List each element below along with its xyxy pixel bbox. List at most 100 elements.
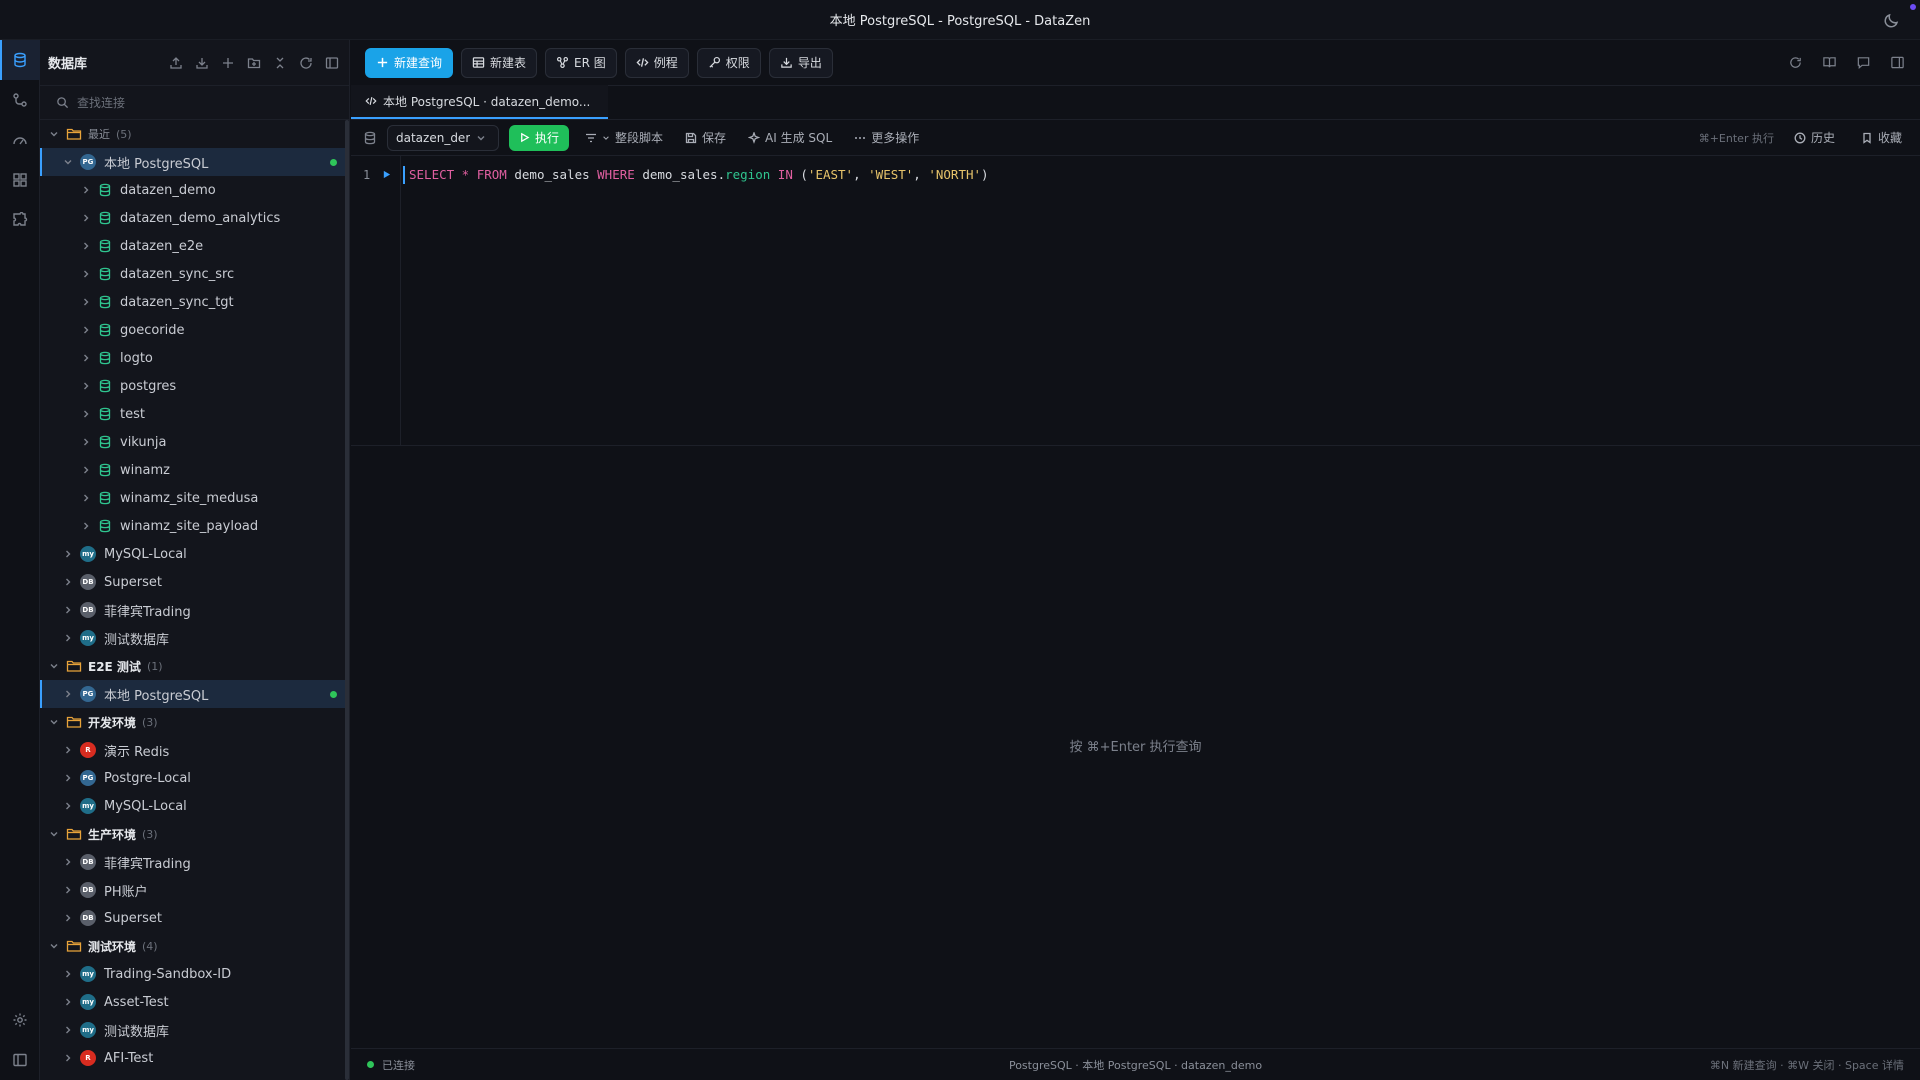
chevron-right-icon[interactable] [62,884,74,896]
group-row[interactable]: E2E 测试 (1) [40,652,349,680]
chevron-right-icon[interactable] [62,856,74,868]
chevron-right-icon[interactable] [62,996,74,1008]
database-item[interactable]: winamz_site_medusa [40,484,349,512]
ai-generate-sql-button[interactable]: AI 生成 SQL [742,129,838,146]
chevron-right-icon[interactable] [62,912,74,924]
database-item[interactable]: vikunja [40,428,349,456]
sql-line-1[interactable]: SELECT * FROM demo_sales WHERE demo_sale… [409,167,989,182]
docs-book-icon[interactable] [1822,55,1838,71]
chevron-right-icon[interactable] [62,800,74,812]
database-item[interactable]: datazen_demo [40,176,349,204]
new-query-button[interactable]: 新建查询 [365,47,454,78]
permissions-button[interactable]: 权限 [696,47,761,78]
apps-grid-icon[interactable] [8,168,32,192]
settings-gear-icon[interactable] [8,1008,32,1032]
chevron-right-icon[interactable] [80,492,92,504]
connection-item[interactable]: DB Superset [40,904,349,932]
database-icon[interactable] [8,48,32,72]
database-item[interactable]: test [40,400,349,428]
save-button[interactable]: 保存 [679,129,732,146]
database-item[interactable]: logto [40,344,349,372]
chevron-right-icon[interactable] [80,296,92,308]
routines-button[interactable]: 例程 [624,47,689,78]
group-row[interactable]: 测试环境 (4) [40,932,349,960]
plugins-puzzle-icon[interactable] [8,208,32,232]
connection-item[interactable]: my Asset-Test [40,988,349,1016]
export-button[interactable]: 导出 [768,47,833,78]
chevron-down-icon[interactable] [48,940,60,952]
connection-item[interactable]: R AFI-Test [40,1044,349,1072]
chevron-right-icon[interactable] [80,520,92,532]
chevron-down-icon[interactable] [62,156,74,168]
connection-item[interactable]: DB 菲律宾Trading [40,596,349,624]
group-row[interactable]: 开发环境 (3) [40,708,349,736]
sql-editor[interactable]: 1 SELECT * FROM demo_sales WHERE demo_sa… [351,156,1920,446]
theme-toggle-moon-icon[interactable] [1882,10,1902,30]
chevron-right-icon[interactable] [62,604,74,616]
chat-icon[interactable] [1856,55,1872,71]
chevron-right-icon[interactable] [62,576,74,588]
connection-item[interactable]: my Trading-Sandbox-ID [40,960,349,988]
chevron-right-icon[interactable] [80,268,92,280]
dashboard-gauge-icon[interactable] [8,128,32,152]
connection-item[interactable]: PG Postgre-Local [40,764,349,792]
connection-item[interactable]: my MySQL-Local [40,540,349,568]
new-table-button[interactable]: 新建表 [461,47,538,78]
new-folder-icon[interactable] [245,54,263,72]
refresh-icon[interactable] [1788,55,1804,71]
more-actions-button[interactable]: 更多操作 [848,129,925,146]
connection-item[interactable]: my 测试数据库 [40,1016,349,1044]
group-row[interactable]: 生产环境 (3) [40,820,349,848]
database-item[interactable]: datazen_e2e [40,232,349,260]
connection-item[interactable]: DB 菲律宾Trading [40,848,349,876]
database-item[interactable]: datazen_demo_analytics [40,204,349,232]
database-item[interactable]: winamz [40,456,349,484]
chevron-right-icon[interactable] [62,632,74,644]
chevron-right-icon[interactable] [62,772,74,784]
connection-item[interactable]: PG 本地 PostgreSQL [40,680,349,708]
schema-compare-icon[interactable] [8,88,32,112]
add-connection-icon[interactable] [219,54,237,72]
chevron-right-icon[interactable] [80,324,92,336]
run-line-icon[interactable] [382,170,391,179]
chevron-down-icon[interactable] [48,660,60,672]
chevron-right-icon[interactable] [80,436,92,448]
chevron-right-icon[interactable] [80,352,92,364]
database-item[interactable]: datazen_sync_tgt [40,288,349,316]
download-icon[interactable] [193,54,211,72]
toggle-sidebar-icon[interactable] [8,1048,32,1072]
chevron-right-icon[interactable] [62,744,74,756]
chevron-right-icon[interactable] [80,464,92,476]
connection-item[interactable]: my 测试数据库 [40,624,349,652]
database-item[interactable]: goecoride [40,316,349,344]
split-panel-icon[interactable] [323,54,341,72]
chevron-right-icon[interactable] [62,968,74,980]
chevron-right-icon[interactable] [62,548,74,560]
database-item[interactable]: winamz_site_payload [40,512,349,540]
run-query-button[interactable]: 执行 [509,124,570,151]
er-diagram-button[interactable]: ER 图 [545,47,617,78]
database-item[interactable]: postgres [40,372,349,400]
connection-item[interactable]: my MySQL-Local [40,792,349,820]
chevron-right-icon[interactable] [62,1052,74,1064]
group-row[interactable]: 最近 (5) [40,120,349,148]
chevron-right-icon[interactable] [80,380,92,392]
chevron-right-icon[interactable] [80,184,92,196]
import-icon[interactable] [167,54,185,72]
chevron-right-icon[interactable] [80,212,92,224]
connection-item[interactable]: DB Superset [40,568,349,596]
chevron-down-icon[interactable] [48,716,60,728]
connection-item[interactable]: DB PH账户 [40,876,349,904]
tab-query-datazen-demo[interactable]: 本地 PostgreSQL · datazen_demo... [351,85,609,119]
chevron-down-icon[interactable] [48,828,60,840]
history-button[interactable]: 历史 [1788,129,1841,146]
chevron-right-icon[interactable] [80,408,92,420]
collapse-all-icon[interactable] [271,54,289,72]
format-script-button[interactable]: 整段脚本 [579,129,669,146]
side-panel-icon[interactable] [1890,55,1906,71]
chevron-down-icon[interactable] [48,128,60,140]
connection-item[interactable]: R 演示 Redis [40,736,349,764]
connection-item[interactable]: PG 本地 PostgreSQL [40,148,349,176]
chevron-right-icon[interactable] [62,1024,74,1036]
database-item[interactable]: datazen_sync_src [40,260,349,288]
